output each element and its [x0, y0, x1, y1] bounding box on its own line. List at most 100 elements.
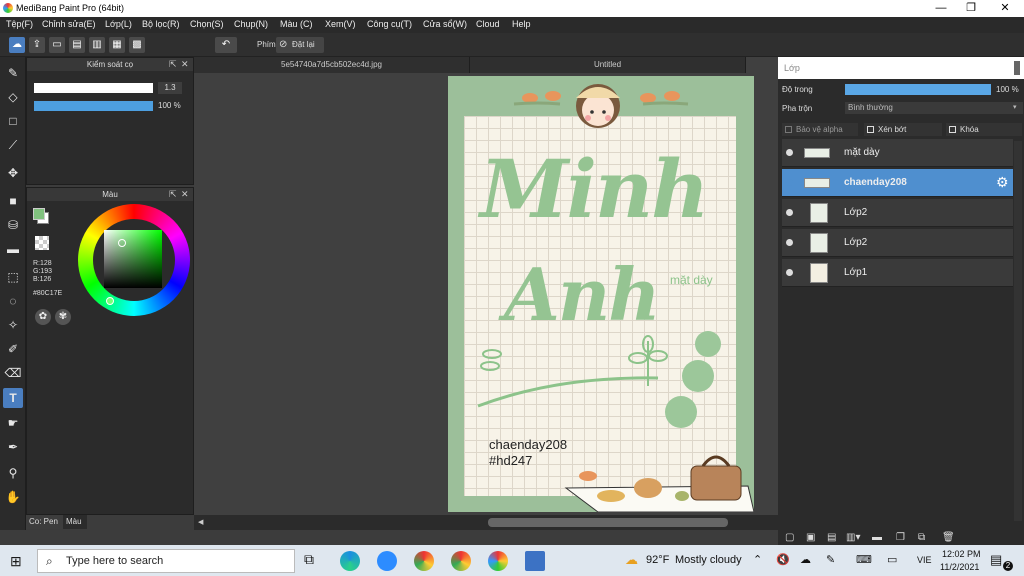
close-icon[interactable]: ✕ — [181, 58, 189, 71]
close-button[interactable]: ✕ — [990, 1, 1020, 16]
menu-filter[interactable]: Bộ lọc(R) — [142, 19, 180, 29]
tab-color[interactable]: Màu — [63, 515, 87, 529]
magic-wand-icon[interactable]: ✧ — [3, 315, 23, 335]
menu-select[interactable]: Chọn(S) — [190, 19, 224, 29]
reset-button[interactable]: ⊘ Đặt lại — [276, 37, 324, 53]
maximize-button[interactable]: ❐ — [956, 1, 986, 16]
app-icon[interactable] — [525, 551, 545, 571]
menu-edit[interactable]: Chỉnh sửa(E) — [42, 19, 96, 29]
layer-row-selected[interactable]: chaenday208 ⚙ — [782, 169, 1013, 197]
weather-text[interactable]: Mostly cloudy — [675, 554, 742, 566]
layer-opacity-slider[interactable] — [845, 84, 991, 95]
close-icon[interactable]: ✕ — [181, 188, 189, 201]
cloud-icon[interactable]: ☁ — [800, 553, 811, 566]
clock-time[interactable]: 12:02 PM — [942, 549, 981, 559]
new-halftone-layer-icon[interactable]: ▣ — [806, 532, 815, 543]
tab-pen[interactable]: Co: Pen — [26, 515, 63, 529]
layer-row[interactable]: Lớp1 — [782, 259, 1013, 287]
lasso-icon[interactable]: ◌ — [3, 291, 23, 311]
add-layer-menu-icon[interactable]: ▥▾ — [846, 532, 860, 543]
menu-layer[interactable]: Lớp(L) — [105, 19, 132, 29]
menu-help[interactable]: Help — [512, 19, 531, 29]
windows-start-icon[interactable]: ⊞ — [10, 553, 22, 570]
notification-icon[interactable]: ▤ — [990, 552, 1002, 568]
dropper-tool-icon[interactable]: ✒ — [3, 437, 23, 457]
folder-icon[interactable]: ▬ — [872, 532, 882, 543]
menu-color[interactable]: Màu (C) — [280, 19, 313, 29]
select-rect-icon[interactable]: ⬚ — [3, 267, 23, 287]
artwork-canvas[interactable]: Minh Anh mặt dày chaenday208 #hd247 — [448, 76, 754, 512]
scroll-thumb[interactable] — [488, 518, 728, 527]
tab-document-1[interactable]: 5e54740a7d5cb502ec4d.jpg — [194, 57, 470, 73]
menu-view[interactable]: Xem(V) — [325, 19, 356, 29]
minimize-button[interactable]: — — [926, 1, 956, 16]
select-eraser-icon[interactable]: ⌫ — [3, 363, 23, 383]
brush-tool-icon[interactable]: ✎ — [3, 63, 23, 83]
merge-layer-icon[interactable]: ⧉ — [918, 532, 925, 543]
duplicate-layer-icon[interactable]: ❐ — [896, 532, 905, 543]
eraser-tool-icon[interactable]: ◇ — [3, 87, 23, 107]
blend-mode-select[interactable]: Bình thường ▾ — [845, 102, 1023, 114]
line-tool-icon[interactable]: ⟋ — [3, 135, 23, 155]
undo-icon[interactable]: ↶ — [215, 37, 237, 53]
language-indicator[interactable]: VIE — [917, 555, 932, 565]
chevron-up-icon[interactable]: ⌃ — [753, 553, 762, 566]
menu-window[interactable]: Cửa sổ(W) — [423, 19, 467, 29]
brush-size-slider[interactable] — [34, 83, 153, 93]
chrome-icon[interactable] — [451, 551, 471, 571]
trash-icon[interactable]: 🗑 — [942, 532, 955, 543]
share-icon[interactable]: ⇪ — [29, 37, 45, 53]
scroll-left-icon[interactable]: ◀ — [198, 518, 203, 526]
eye-icon[interactable] — [786, 149, 793, 156]
menu-file[interactable]: Tệp(F) — [6, 19, 33, 29]
gear-icon[interactable]: ⚙ — [996, 174, 1009, 191]
eye-icon[interactable] — [786, 179, 793, 186]
layer-row[interactable]: mặt dày — [782, 139, 1013, 167]
new-layer-icon[interactable]: ▢ — [785, 532, 794, 543]
layer-row[interactable]: Lớp2 — [782, 229, 1013, 257]
operation-tool-icon[interactable]: ☛ — [3, 413, 23, 433]
menu-capture[interactable]: Chụp(N) — [234, 19, 268, 29]
clock-date[interactable]: 11/2/2021 — [940, 562, 979, 572]
menu-tools[interactable]: Công cụ(T) — [367, 19, 412, 29]
cloud-icon[interactable]: ☁ — [9, 37, 25, 53]
eye-icon[interactable] — [786, 269, 793, 276]
pen-icon[interactable]: ✎ — [826, 553, 835, 566]
saturation-value-square[interactable] — [104, 230, 162, 288]
clipping-checkbox[interactable]: Xén bớt — [864, 123, 942, 136]
color-history-icon[interactable]: ✾ — [55, 309, 71, 325]
display-icon[interactable]: ▭ — [887, 553, 897, 566]
transparent-swatch[interactable] — [35, 236, 49, 250]
taskbar-search-input[interactable]: ⌕ Type here to search — [37, 549, 295, 573]
hand-tool-icon[interactable]: ✋ — [3, 487, 23, 507]
speaker-icon[interactable]: 🔇 — [776, 553, 790, 566]
layers-scrollbar[interactable] — [1014, 141, 1022, 521]
grid-icon[interactable]: ▦ — [109, 37, 125, 53]
zoom-icon[interactable] — [377, 551, 397, 571]
medibang-icon[interactable] — [488, 551, 508, 571]
brush-size-value[interactable]: 1.3 — [158, 82, 182, 94]
task-view-icon[interactable]: ⧉ — [304, 551, 314, 568]
weather-temp[interactable]: 92°F — [646, 554, 669, 566]
alpha-lock-checkbox[interactable]: Bảo vệ alpha — [782, 123, 858, 136]
layer-row[interactable]: Lớp2 — [782, 199, 1013, 227]
chrome-icon[interactable] — [414, 551, 434, 571]
fill-rect-tool-icon[interactable]: ■ — [3, 191, 23, 211]
lock-checkbox[interactable]: Khóa — [946, 123, 1022, 136]
eye-icon[interactable] — [786, 239, 793, 246]
comment-icon[interactable]: ▭ — [49, 37, 65, 53]
palette-icon[interactable]: ✿ — [35, 309, 51, 325]
new-8bit-layer-icon[interactable]: ▤ — [827, 532, 836, 543]
panel-scroll-thumb[interactable] — [1014, 61, 1020, 75]
text-tool-icon[interactable]: T — [3, 388, 23, 408]
message-icon[interactable]: ▤ — [69, 37, 85, 53]
gradient-tool-icon[interactable]: ▬ — [3, 239, 23, 259]
eyedropper-icon[interactable]: ⚲ — [3, 463, 23, 483]
layout-icon[interactable]: ▩ — [129, 37, 145, 53]
document-icon[interactable]: ▥ — [89, 37, 105, 53]
brush-opacity-slider[interactable] — [34, 101, 153, 111]
menu-cloud[interactable]: Cloud — [476, 19, 500, 29]
foreground-color-swatch[interactable] — [33, 208, 45, 220]
select-pen-icon[interactable]: ✐ — [3, 339, 23, 359]
tab-document-2[interactable]: Untitled — [470, 57, 746, 73]
